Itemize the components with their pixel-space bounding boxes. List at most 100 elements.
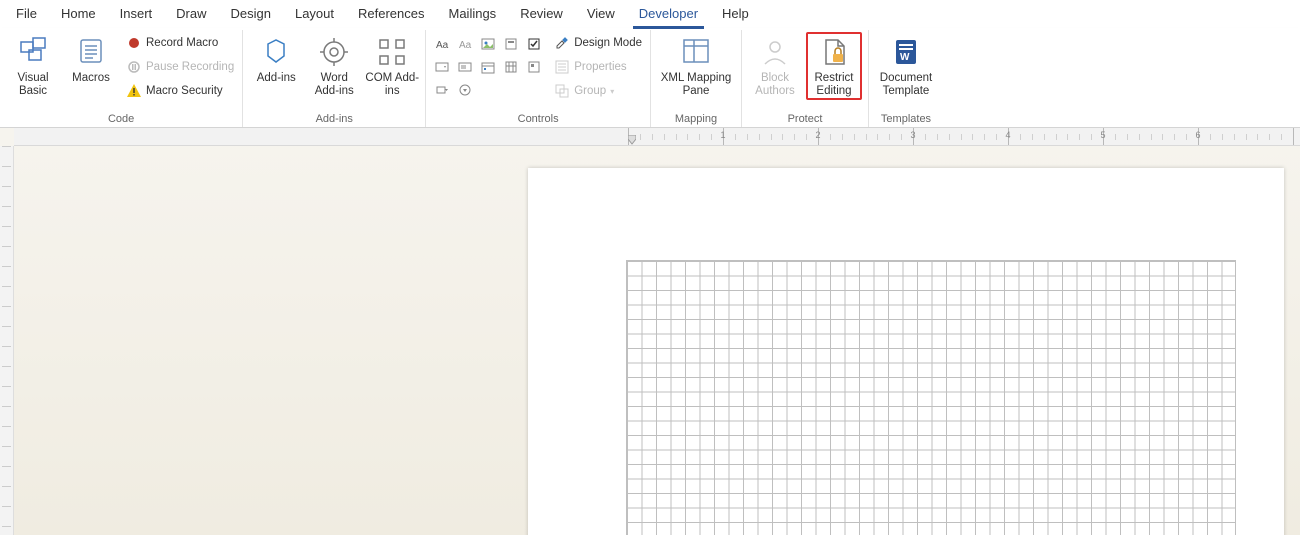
block-authors-button: Block Authors xyxy=(748,32,802,98)
group-addins-label: Add-ins xyxy=(316,111,353,127)
pause-recording-icon xyxy=(126,59,142,75)
group-templates-label: Templates xyxy=(881,111,931,127)
ruler-number: 2 xyxy=(815,130,820,140)
tab-draw[interactable]: Draw xyxy=(164,0,218,28)
group-protect-label: Protect xyxy=(788,111,823,127)
design-mode-label: Design Mode xyxy=(574,37,642,49)
group-mapping: XML Mapping Pane Mapping xyxy=(651,30,742,127)
group-icon xyxy=(554,83,570,99)
control-buildingblock-icon[interactable] xyxy=(501,34,521,54)
tab-references[interactable]: References xyxy=(346,0,436,28)
tab-view[interactable]: View xyxy=(575,0,627,28)
com-addins-button[interactable]: COM Add-ins xyxy=(365,32,419,98)
control-picture-icon[interactable] xyxy=(478,34,498,54)
tab-mailings[interactable]: Mailings xyxy=(437,0,509,28)
ruler-number: 4 xyxy=(1005,130,1010,140)
group-button: Group ▾ xyxy=(552,80,644,102)
group-protect: Block Authors Restrict Editing Protect xyxy=(742,30,869,127)
tab-review[interactable]: Review xyxy=(508,0,575,28)
com-addins-label: COM Add-ins xyxy=(365,72,419,98)
control-combobox-icon[interactable] xyxy=(432,57,452,77)
xml-mapping-label: XML Mapping Pane xyxy=(657,72,735,98)
tab-strip[interactable]: File Home Insert Draw Design Layout Refe… xyxy=(0,0,1300,28)
visual-basic-button[interactable]: Visual Basic xyxy=(6,32,60,98)
group-addins: Add-ins Word Add-ins COM Add-ins Add-ins xyxy=(243,30,426,127)
document-template-icon: W xyxy=(890,36,922,68)
document-template-button[interactable]: W Document Template xyxy=(875,32,937,98)
design-mode-icon xyxy=(554,35,570,51)
ruler-number: 3 xyxy=(910,130,915,140)
document-workspace: 1 2 3 4 5 6 xyxy=(0,128,1300,535)
design-mode-button[interactable]: Design Mode xyxy=(552,32,644,54)
com-addins-icon xyxy=(376,36,408,68)
block-authors-label: Block Authors xyxy=(748,72,802,98)
restrict-editing-label: Restrict Editing xyxy=(808,72,860,98)
control-repeating-icon[interactable] xyxy=(501,57,521,77)
word-addins-label: Word Add-ins xyxy=(307,72,361,98)
control-datepicker-icon[interactable] xyxy=(478,57,498,77)
control-plaintext-icon[interactable]: Aa xyxy=(455,34,475,54)
xml-mapping-icon xyxy=(680,36,712,68)
group-controls-label: Controls xyxy=(518,111,559,127)
controls-gallery[interactable]: Aa Aa xyxy=(432,32,544,100)
pause-recording-label: Pause Recording xyxy=(146,61,234,73)
document-page[interactable] xyxy=(528,168,1284,535)
macros-button[interactable]: Macros xyxy=(64,32,118,85)
tab-developer[interactable]: Developer xyxy=(627,0,710,28)
properties-icon xyxy=(554,59,570,75)
properties-button: Properties xyxy=(552,56,644,78)
addins-icon xyxy=(260,36,292,68)
record-macro-button[interactable]: Record Macro xyxy=(124,32,236,54)
control-dropdown-icon[interactable] xyxy=(455,57,475,77)
word-addins-button[interactable]: Word Add-ins xyxy=(307,32,361,98)
svg-text:Aa: Aa xyxy=(459,40,472,51)
restrict-editing-icon xyxy=(818,36,850,68)
group-controls: Aa Aa Design Mode xyxy=(426,30,651,127)
macros-label: Macros xyxy=(72,72,110,85)
pause-recording-button: Pause Recording xyxy=(124,56,236,78)
properties-label: Properties xyxy=(574,61,626,73)
ribbon: Visual Basic Macros Record Macro xyxy=(0,28,1300,128)
group-ctrl-label: Group xyxy=(574,85,606,97)
macro-security-button[interactable]: Macro Security xyxy=(124,80,236,102)
group-code: Visual Basic Macros Record Macro xyxy=(0,30,243,127)
group-templates: W Document Template Templates xyxy=(869,30,943,127)
macros-icon xyxy=(75,36,107,68)
block-authors-icon xyxy=(759,36,791,68)
ruler-number: 1 xyxy=(720,130,725,140)
chevron-down-icon: ▾ xyxy=(610,87,614,96)
restrict-editing-button[interactable]: Restrict Editing xyxy=(806,32,862,100)
group-mapping-label: Mapping xyxy=(675,111,717,127)
record-macro-icon xyxy=(126,35,142,51)
svg-text:Aa: Aa xyxy=(436,40,449,51)
tab-layout[interactable]: Layout xyxy=(283,0,346,28)
tab-file[interactable]: File xyxy=(4,0,49,28)
control-legacy-icon[interactable] xyxy=(524,57,544,77)
visual-basic-icon xyxy=(17,36,49,68)
record-macro-label: Record Macro xyxy=(146,37,218,49)
word-addins-icon xyxy=(318,36,350,68)
control-richtext-icon[interactable]: Aa xyxy=(432,34,452,54)
document-template-label: Document Template xyxy=(875,72,937,98)
indent-marker-icon[interactable] xyxy=(628,135,636,145)
group-code-label: Code xyxy=(108,111,134,127)
tab-insert[interactable]: Insert xyxy=(108,0,165,28)
control-legacy2-icon[interactable] xyxy=(432,80,452,100)
macro-security-icon xyxy=(126,83,142,99)
tab-design[interactable]: Design xyxy=(219,0,283,28)
vertical-ruler[interactable] xyxy=(0,146,14,535)
addins-button[interactable]: Add-ins xyxy=(249,32,303,85)
tab-help[interactable]: Help xyxy=(710,0,761,28)
horizontal-ruler[interactable]: 1 2 3 4 5 6 xyxy=(14,128,1300,146)
macro-security-label: Macro Security xyxy=(146,85,223,97)
document-grid-table[interactable] xyxy=(626,260,1236,535)
control-legacy-dropdown-icon[interactable] xyxy=(455,80,475,100)
ruler-number: 5 xyxy=(1100,130,1105,140)
svg-text:W: W xyxy=(900,52,910,63)
ruler-number: 6 xyxy=(1195,130,1200,140)
control-checkbox-icon[interactable] xyxy=(524,34,544,54)
addins-label: Add-ins xyxy=(257,72,296,85)
tab-home[interactable]: Home xyxy=(49,0,108,28)
visual-basic-label: Visual Basic xyxy=(6,72,60,98)
xml-mapping-pane-button[interactable]: XML Mapping Pane xyxy=(657,32,735,98)
